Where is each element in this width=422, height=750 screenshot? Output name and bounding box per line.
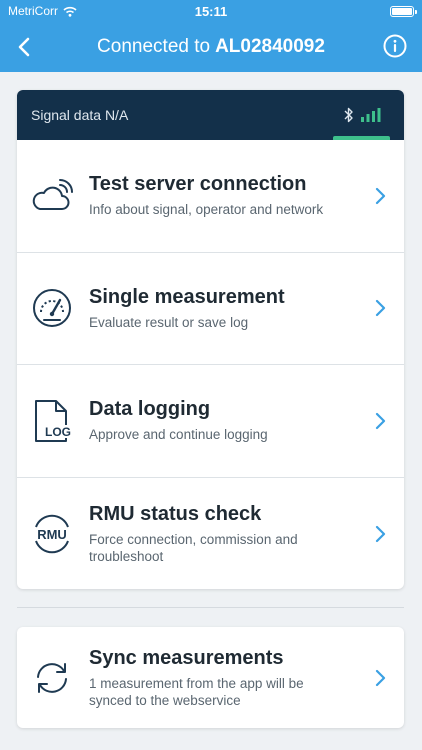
sync-measurements-item[interactable]: Sync measurements 1 measurement from the… xyxy=(17,627,404,728)
rmu-icon-text: RMU xyxy=(37,527,67,542)
cloud-signal-icon xyxy=(32,178,73,210)
menu-item-data-logging[interactable]: LOG Data logging Approve and continue lo… xyxy=(17,365,404,478)
page-title: Connected to AL02840092 xyxy=(97,36,325,58)
chevron-right-icon xyxy=(375,525,385,542)
carrier-label: MetriCorr xyxy=(8,4,58,18)
signal-header: Signal data N/A xyxy=(17,90,404,140)
status-bar: MetriCorr 15:11 xyxy=(0,0,422,22)
sync-title: Sync measurements xyxy=(89,646,284,669)
battery-icon xyxy=(390,5,417,17)
sync-card: Sync measurements 1 measurement from the… xyxy=(17,627,404,728)
menu-item-test-server[interactable]: Test server connection Info about signal… xyxy=(17,140,404,253)
menu-item-title: Data logging xyxy=(89,398,211,421)
menu-item-subtitle: Evaluate result or save log xyxy=(89,314,249,330)
chevron-right-icon xyxy=(375,669,385,686)
chevron-right-icon xyxy=(375,300,385,317)
signal-label: Signal data N/A xyxy=(31,107,129,123)
signal-bars-icon xyxy=(361,108,381,122)
device-id: AL02840092 xyxy=(215,36,325,57)
menu-item-title: RMU status check xyxy=(89,502,262,525)
sync-icon xyxy=(37,662,67,693)
menu-item-subtitle: Approve and continue logging xyxy=(89,427,268,443)
menu-item-single-measurement[interactable]: Single measurement Evaluate result or sa… xyxy=(17,253,404,365)
title-prefix: Connected to xyxy=(97,36,211,57)
chevron-right-icon xyxy=(375,187,385,204)
clock: 15:11 xyxy=(194,3,228,19)
bluetooth-icon xyxy=(344,107,353,123)
log-file-icon: LOG xyxy=(35,399,72,442)
chevron-right-icon xyxy=(375,412,385,429)
info-button[interactable] xyxy=(382,33,408,59)
menu-item-subtitle: Force connection, commission and trouble… xyxy=(89,531,298,564)
info-icon xyxy=(383,34,407,58)
nav-bar: Connected to AL02840092 xyxy=(0,22,422,72)
log-icon-text: LOG xyxy=(45,425,71,439)
section-divider xyxy=(17,607,404,608)
actions-card: Signal data N/A Test server connection I… xyxy=(17,90,404,589)
sync-subtitle: 1 measurement from the app will be synce… xyxy=(89,675,304,708)
menu-item-title: Single measurement xyxy=(89,285,285,308)
gauge-icon xyxy=(33,289,71,328)
menu-item-subtitle: Info about signal, operator and network xyxy=(89,202,324,218)
menu-item-rmu-status[interactable]: RMU RMU status check Force connection, c… xyxy=(17,478,404,590)
wifi-icon xyxy=(63,6,77,17)
menu-item-title: Test server connection xyxy=(89,173,307,196)
rmu-icon: RMU xyxy=(35,514,69,553)
back-button[interactable] xyxy=(10,33,38,61)
chevron-left-icon xyxy=(18,37,30,57)
